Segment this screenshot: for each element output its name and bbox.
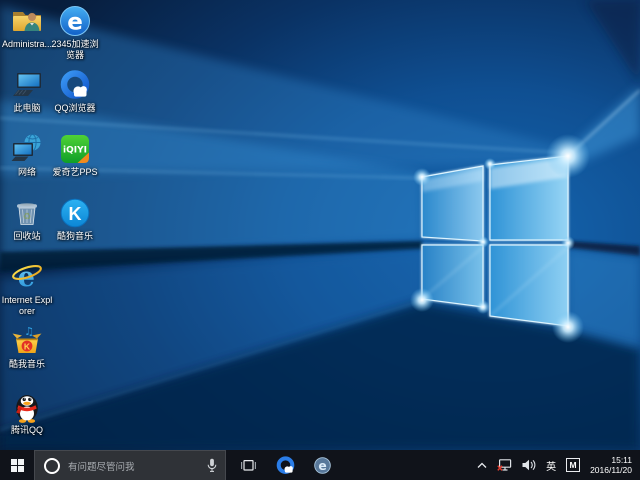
svg-text:iQIYI: iQIYI xyxy=(63,146,87,156)
clock[interactable]: 15:11 2016/11/20 xyxy=(585,455,637,475)
desktop-icon-network[interactable]: 网络 xyxy=(1,132,53,178)
desktop-icon-label: 酷狗音乐 xyxy=(49,231,101,242)
ime-badge: M xyxy=(566,458,580,472)
volume-button[interactable] xyxy=(517,450,541,480)
recycle-bin-icon: ♻ xyxy=(10,196,44,230)
taskbar-app-qq-browser[interactable] xyxy=(270,450,300,480)
task-view-icon xyxy=(240,458,257,473)
desktop-icon-recycle-bin[interactable]: ♻ 回收站 xyxy=(1,196,53,242)
ime-indicator[interactable]: M xyxy=(561,450,585,480)
network-icon xyxy=(10,132,44,166)
windows-desktop: { "desktop": { "columns": [ {"items": [ … xyxy=(0,0,640,480)
desktop-icon-label: 回收站 xyxy=(1,231,53,242)
chevron-up-icon xyxy=(477,462,487,469)
desktop-icon-internet-explorer[interactable]: e Internet Explorer xyxy=(1,260,53,317)
desktop-icon-label: 爱奇艺PPS xyxy=(49,167,101,178)
clock-time: 15:11 xyxy=(590,455,632,465)
qq-browser-icon xyxy=(58,68,92,102)
desktop-icon-label: 酷我音乐 xyxy=(1,359,53,370)
taskbar-app-2345-browser[interactable]: e xyxy=(307,450,337,480)
network-disconnected-icon xyxy=(497,459,512,472)
iqiyi-pps-icon: iQIYI xyxy=(58,132,92,166)
desktop-icon-label: 此电脑 xyxy=(1,103,53,114)
desktop-icon-label: QQ浏览器 xyxy=(49,103,101,114)
svg-text:e: e xyxy=(67,10,83,36)
desktop-icon-administrator[interactable]: Administra... xyxy=(1,4,53,50)
qq-browser-taskbar-icon xyxy=(275,455,296,476)
desktop-icon-this-pc[interactable]: 此电脑 xyxy=(1,68,53,114)
language-indicator[interactable]: 英 xyxy=(541,450,561,480)
start-button[interactable] xyxy=(0,450,34,480)
windows-logo-icon xyxy=(11,459,24,472)
2345-browser-icon: e xyxy=(58,4,92,38)
desktop-area[interactable]: Administra... 此电脑 网络 xyxy=(0,0,640,450)
kuwo-music-icon: ♫ K xyxy=(10,324,44,358)
administrator-folder-icon xyxy=(10,4,44,38)
2345-browser-taskbar-icon: e xyxy=(313,456,332,475)
desktop-icon-label: 网络 xyxy=(1,167,53,178)
cortana-icon xyxy=(44,458,60,474)
svg-text:K: K xyxy=(24,341,31,351)
desktop-icon-kuwo-music[interactable]: ♫ K 酷我音乐 xyxy=(1,324,53,370)
kugou-music-icon: K xyxy=(58,196,92,230)
cortana-search-box[interactable]: 有问题尽管问我 xyxy=(34,450,226,480)
system-tray: 英 M 15:11 2016/11/20 xyxy=(472,450,640,480)
desktop-icon-kugou-music[interactable]: K 酷狗音乐 xyxy=(49,196,101,242)
svg-text:♻: ♻ xyxy=(23,212,32,223)
desktop-icon-label: Administra... xyxy=(1,39,53,50)
desktop-icon-label: 2345加速浏览器 xyxy=(49,39,101,61)
this-pc-icon xyxy=(10,68,44,102)
svg-text:e: e xyxy=(318,458,326,472)
clock-date: 2016/11/20 xyxy=(590,465,632,475)
desktop-icon-iqiyi-pps[interactable]: iQIYI 爱奇艺PPS xyxy=(49,132,101,178)
desktop-icon-label: Internet Explorer xyxy=(1,295,53,317)
search-placeholder: 有问题尽管问我 xyxy=(68,459,207,473)
desktop-icon-qq-browser[interactable]: QQ浏览器 xyxy=(49,68,101,114)
taskbar: 有问题尽管问我 e xyxy=(0,450,640,480)
language-label: 英 xyxy=(546,458,556,473)
svg-text:♫: ♫ xyxy=(24,325,34,338)
svg-text:K: K xyxy=(69,204,82,224)
speaker-icon xyxy=(522,459,536,471)
desktop-icon-2345-browser[interactable]: e 2345加速浏览器 xyxy=(49,4,101,61)
tencent-qq-icon xyxy=(10,390,44,424)
desktop-icon-label: 腾讯QQ xyxy=(1,425,53,436)
task-view-button[interactable] xyxy=(233,450,263,480)
desktop-icon-tencent-qq[interactable]: 腾讯QQ xyxy=(1,390,53,436)
internet-explorer-icon: e xyxy=(10,260,44,294)
show-hidden-icons-button[interactable] xyxy=(472,450,492,480)
network-status-button[interactable] xyxy=(492,450,517,480)
microphone-icon[interactable] xyxy=(207,458,217,473)
